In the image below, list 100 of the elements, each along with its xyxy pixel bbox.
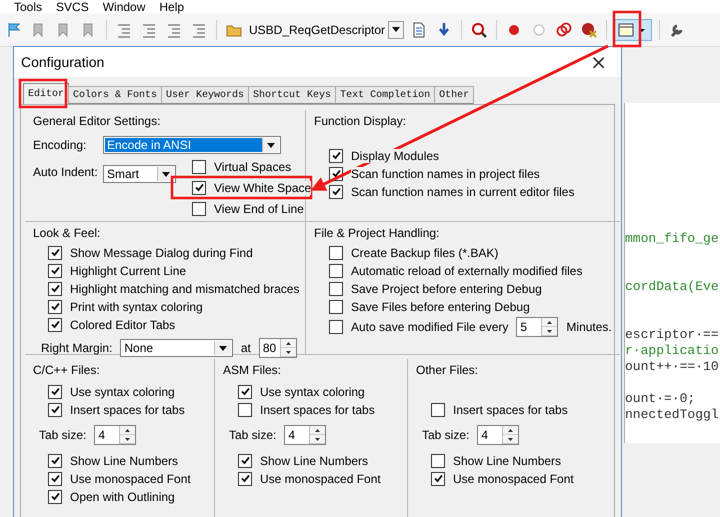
dialog-title: Configuration (21, 54, 104, 70)
tab[interactable]: Other (434, 86, 474, 104)
caret-icon (547, 330, 552, 332)
up-caret-icon (508, 428, 514, 432)
option-label: View White Space (214, 180, 312, 194)
section-title: C/C++ Files: (33, 363, 100, 377)
dropdown[interactable]: Encode in ANSI (103, 136, 281, 154)
section-title: General Editor Settings: (33, 114, 160, 128)
dropdown[interactable]: None (120, 339, 233, 357)
rings-icon[interactable] (554, 20, 574, 40)
code-line: nnectedToggl (625, 407, 719, 422)
checkbox[interactable] (329, 184, 343, 198)
checkbox[interactable] (48, 300, 62, 314)
checkbox[interactable] (238, 454, 252, 468)
dropdown[interactable]: Smart (103, 165, 176, 183)
menu-item[interactable]: Window (102, 1, 146, 13)
checkbox[interactable] (48, 454, 62, 468)
spin-field[interactable]: 4 (284, 425, 326, 445)
tab-size-label: Tab size: (422, 428, 470, 442)
menu-item[interactable]: Tools (14, 1, 42, 13)
option-label: Auto save modified File every (351, 320, 508, 334)
checkbox[interactable] (431, 454, 445, 468)
option-label: Use monospaced Font (453, 472, 574, 486)
checkbox[interactable] (329, 320, 343, 334)
up-caret-icon (547, 320, 552, 324)
option-label: Display Modules (351, 148, 440, 162)
checkbox[interactable] (48, 318, 62, 332)
caret-icon (162, 172, 170, 176)
checkmark-icon (434, 474, 442, 483)
option-label: Colored Editor Tabs (70, 318, 176, 332)
spin-field[interactable]: 5 (516, 317, 558, 337)
checkbox[interactable] (238, 472, 252, 486)
tab[interactable]: Colors & Fonts (68, 86, 162, 104)
caret-icon (315, 438, 320, 440)
checkbox[interactable] (431, 402, 445, 416)
tab[interactable]: Editor (23, 83, 70, 104)
tab-size-label: Tab size: (39, 428, 86, 442)
option-label: Print with syntax coloring (70, 300, 203, 314)
tab[interactable]: Shortcut Keys (248, 86, 336, 104)
section-title: ASM Files: (223, 363, 282, 377)
option-label: Highlight matching and mismatched braces (70, 282, 300, 296)
checkbox[interactable] (48, 384, 62, 398)
option-label: Save Project before entering Debug (351, 282, 542, 296)
option-label: Scan function names in current editor files (351, 184, 574, 198)
spin-field[interactable]: 4 (94, 425, 136, 445)
checkbox[interactable] (238, 402, 252, 416)
checkbox[interactable] (48, 264, 62, 278)
spin-field[interactable]: 80 (258, 338, 297, 358)
checkbox[interactable] (431, 472, 445, 486)
checkbox[interactable] (48, 402, 62, 416)
tab[interactable]: User Keywords (161, 86, 250, 104)
option-label: Insert spaces for tabs (260, 402, 375, 416)
option-label: Use monospaced Font (260, 472, 381, 486)
checkbox[interactable] (329, 148, 343, 162)
caret-icon (218, 346, 227, 350)
code-line: ount·=·0; (625, 391, 696, 406)
caret-icon (267, 142, 275, 148)
option-label: Insert spaces for tabs (453, 402, 568, 416)
option-label: Use syntax coloring (260, 384, 365, 398)
code-line: cordData(Eve (625, 279, 719, 294)
field-label: at (240, 341, 251, 355)
option-label: Show Line Numbers (260, 454, 368, 468)
option-label: Automatic reload of externally modified files (351, 264, 582, 278)
menu-item[interactable]: SVCS (56, 1, 89, 13)
checkbox[interactable] (329, 264, 343, 278)
section-title: Other Files: (416, 363, 478, 377)
checkbox[interactable] (48, 472, 62, 486)
checkbox[interactable] (48, 282, 62, 296)
caret-icon (125, 438, 130, 440)
option-label: Highlight Current Line (70, 264, 186, 278)
section-title: Look & Feel: (33, 226, 100, 240)
option-label: Use monospaced Font (70, 472, 191, 486)
tab[interactable]: Text Completion (335, 86, 436, 104)
caret-icon (508, 438, 514, 440)
code-line: r·applicatio (625, 343, 719, 358)
spin-field[interactable]: 4 (477, 425, 520, 445)
checkbox[interactable] (238, 384, 252, 398)
option-label: Use syntax coloring (70, 384, 175, 398)
code-line: escriptor·== (625, 327, 719, 342)
close-button[interactable]: × (586, 52, 611, 72)
option-label: Create Backup files (*.BAK) (351, 246, 498, 260)
section-title: File & Project Handling: (314, 226, 440, 240)
checkbox[interactable] (329, 246, 343, 260)
checkbox[interactable] (192, 160, 206, 174)
option-label: Scan function names in project files (351, 166, 540, 180)
target-dropdown[interactable]: USBD_ReqGetDescriptor (249, 20, 404, 38)
checkbox[interactable] (192, 180, 206, 194)
checkbox[interactable] (329, 300, 343, 314)
up-caret-icon (315, 428, 320, 432)
up-caret-icon (125, 428, 130, 432)
checkbox[interactable] (192, 202, 206, 216)
annotation-box (612, 10, 642, 48)
checkmark-icon (240, 387, 250, 396)
menu-item[interactable]: Help (159, 1, 184, 13)
option-label: Open with Outlining (70, 490, 175, 504)
checkbox[interactable] (48, 490, 62, 504)
checkbox[interactable] (48, 246, 62, 260)
tab-size-label: Tab size: (229, 428, 276, 442)
option-label: Insert spaces for tabs (70, 402, 185, 416)
checkbox[interactable] (329, 282, 343, 296)
